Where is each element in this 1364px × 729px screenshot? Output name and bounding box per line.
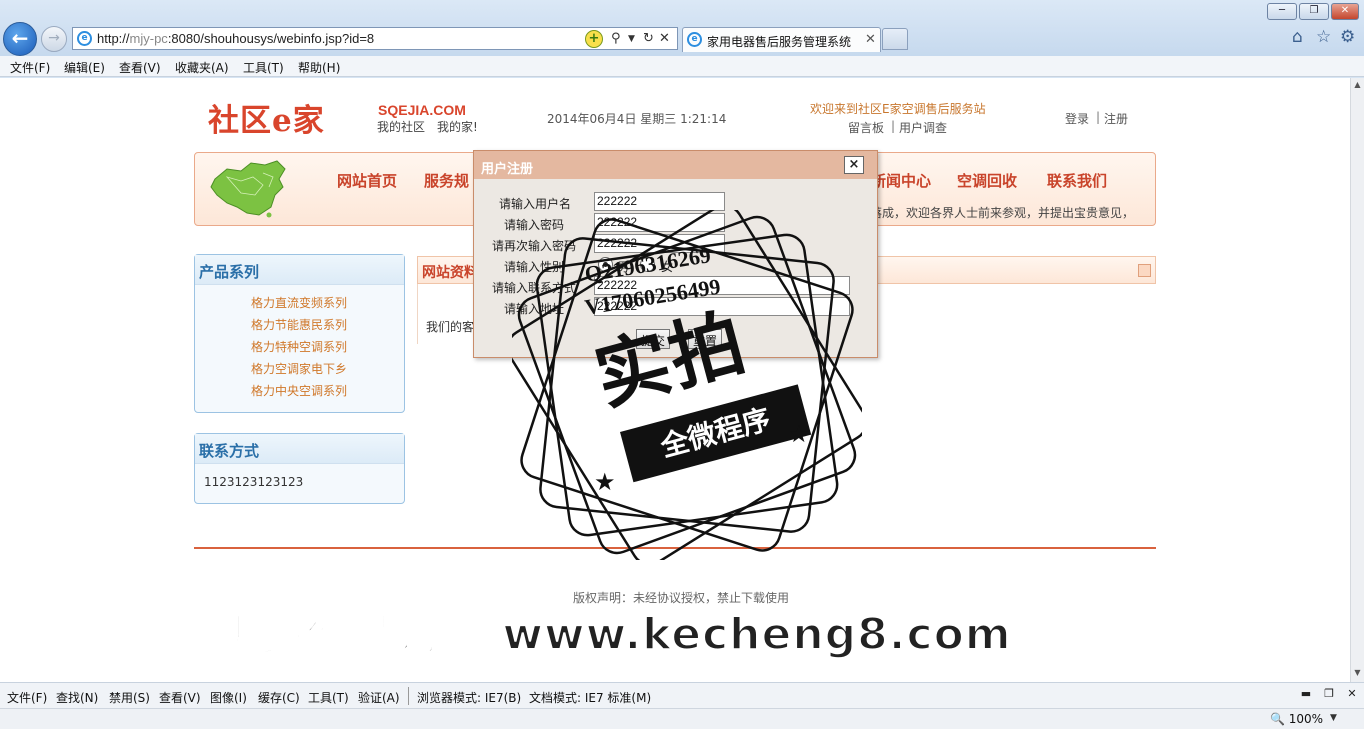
tab-active[interactable]: e 家用电器售后服务管理系统 ✕ [682, 27, 881, 52]
expand-icon[interactable] [1138, 264, 1151, 277]
menu-bar: 文件(F) 编辑(E) 查看(V) 收藏夹(A) 工具(T) 帮助(H) [0, 56, 1364, 77]
back-button[interactable]: ← [3, 22, 37, 56]
dev-menu-image[interactable]: 图像(I) [210, 689, 247, 706]
product-link[interactable]: 格力空调家电下乡 [251, 360, 347, 377]
product-link[interactable]: 格力直流变频系列 [251, 294, 347, 311]
info-divider [417, 284, 418, 344]
login-link[interactable]: 登录 [1065, 110, 1089, 127]
dev-menu-cache[interactable]: 缓存(C) [258, 689, 300, 706]
menu-view[interactable]: 查看(V) [119, 59, 161, 76]
document-mode-button[interactable]: 文档模式: IE7 标准(M) [529, 689, 651, 706]
nav-news[interactable]: 新闻中心 [871, 170, 931, 191]
tab-title: 家用电器售后服务管理系统 [707, 35, 852, 49]
ie-icon: e [77, 31, 92, 46]
header-date: 2014年06月4日 星期三 1:21:14 [547, 112, 727, 126]
maximize-button[interactable]: ❐ [1299, 3, 1329, 20]
scroll-down-arrow-icon[interactable]: ▼ [1351, 666, 1364, 680]
close-window-button[interactable]: ✕ [1331, 3, 1359, 20]
minimize-button[interactable]: ─ [1267, 3, 1297, 20]
menu-favorites[interactable]: 收藏夹(A) [175, 59, 229, 76]
dev-menu-view[interactable]: 查看(V) [159, 689, 201, 706]
username-field[interactable]: 222222 [594, 192, 725, 211]
chevron-down-icon[interactable]: ▼ [628, 30, 635, 48]
dialog-header: 用户注册 × [474, 151, 877, 179]
dev-popout-icon[interactable]: ❐ [1322, 688, 1336, 701]
watermark-text: 更多作品访问 www.kecheng8.com [215, 608, 1012, 661]
user-survey-link[interactable]: 用户调查 [899, 119, 947, 136]
product-link[interactable]: 格力中央空调系列 [251, 382, 347, 399]
guestbook-link[interactable]: 留言板 [848, 119, 884, 136]
menu-help[interactable]: 帮助(H) [298, 59, 340, 76]
stop-icon[interactable]: ✕ [659, 30, 670, 48]
site-slogan: 我的社区 我的家! [377, 120, 478, 134]
nav-recycle[interactable]: 空调回收 [957, 170, 1017, 191]
dev-menu-validate[interactable]: 验证(A) [358, 689, 400, 706]
dialog-title: 用户注册 [481, 162, 534, 177]
scroll-up-arrow-icon[interactable]: ▲ [1351, 78, 1364, 92]
new-tab-button[interactable] [882, 28, 908, 50]
developer-toolbar: 文件(F) 查找(N) 禁用(S) 查看(V) 图像(I) 缓存(C) 工具(T… [0, 682, 1364, 708]
gear-icon[interactable]: ⚙ [1340, 27, 1355, 47]
nav-home[interactable]: 网站首页 [337, 170, 397, 191]
site-logo-en: SQEJIA.COM [378, 102, 466, 118]
tab-ie-icon: e [687, 32, 702, 47]
dialog-close-button[interactable]: × [844, 156, 864, 174]
product-link[interactable]: 格力节能惠民系列 [251, 316, 347, 333]
star-icon: ★ [788, 420, 810, 448]
vertical-scrollbar[interactable]: ▲ ▼ [1350, 78, 1364, 682]
dev-menu-disable[interactable]: 禁用(S) [109, 689, 150, 706]
dev-close-icon[interactable]: ✕ [1345, 688, 1359, 701]
dev-menu-file[interactable]: 文件(F) [7, 689, 47, 706]
register-link[interactable]: 注册 [1104, 110, 1128, 127]
dev-minimize-icon[interactable]: ▬ [1299, 688, 1313, 701]
compat-view-icon[interactable]: + [585, 30, 603, 48]
url-text[interactable]: http://mjy-pc:8080/shouhousys/webinfo.js… [97, 31, 374, 46]
browser-mode-button[interactable]: 浏览器模式: IE7(B) [417, 689, 521, 706]
dev-menu-find[interactable]: 查找(N) [56, 689, 98, 706]
home-icon[interactable]: ⌂ [1292, 27, 1303, 47]
welcome-text: 欢迎来到社区E家空调售后服务站 [810, 102, 986, 116]
zoom-value: 100% [1288, 712, 1324, 726]
zoom-level[interactable]: 🔍 100% [1270, 712, 1323, 726]
contact-panel: 联系方式 1123123123123 [194, 433, 405, 504]
refresh-icon[interactable]: ↻ [643, 30, 654, 48]
contact-phone: 1123123123123 [204, 475, 304, 489]
product-link[interactable]: 格力特种空调系列 [251, 338, 347, 355]
products-panel: 产品系列 格力直流变频系列 格力节能惠民系列 格力特种空调系列 格力空调家电下乡… [194, 254, 405, 413]
browser-titlebar: ─ ❐ ✕ ← → e http://mjy-pc:8080/shouhousy… [0, 0, 1364, 56]
nav-marquee-text: 落成，欢迎各界人士前来参观，并提出宝贵意见， [870, 206, 1135, 220]
forward-button[interactable]: → [41, 26, 67, 52]
separator: | [1096, 110, 1101, 124]
toolbar-separator [408, 687, 409, 705]
separator: | [891, 119, 896, 133]
menu-edit[interactable]: 编辑(E) [64, 59, 105, 76]
info-body-text: 我们的客 [426, 320, 475, 334]
china-map-icon [210, 160, 286, 218]
site-logo[interactable]: 社区e家 [208, 95, 325, 140]
contact-title: 联系方式 [195, 434, 404, 464]
menu-file[interactable]: 文件(F) [10, 59, 50, 76]
nav-service[interactable]: 服务规 [424, 170, 469, 191]
address-bar[interactable]: e http://mjy-pc:8080/shouhousys/webinfo.… [72, 27, 678, 50]
favorites-star-icon[interactable]: ☆ [1316, 27, 1331, 47]
info-title: 网站资料 [422, 265, 478, 281]
tab-close-icon[interactable]: ✕ [865, 32, 876, 47]
menu-tools[interactable]: 工具(T) [243, 59, 284, 76]
nav-contact[interactable]: 联系我们 [1047, 170, 1107, 191]
chevron-down-icon[interactable]: ▼ [1330, 713, 1337, 723]
star-icon: ★ [594, 468, 616, 496]
products-title: 产品系列 [195, 255, 404, 285]
search-icon[interactable]: ⚲ [611, 30, 621, 48]
status-bar: 🔍 100% ▼ [0, 708, 1364, 729]
dev-menu-tools[interactable]: 工具(T) [308, 689, 349, 706]
